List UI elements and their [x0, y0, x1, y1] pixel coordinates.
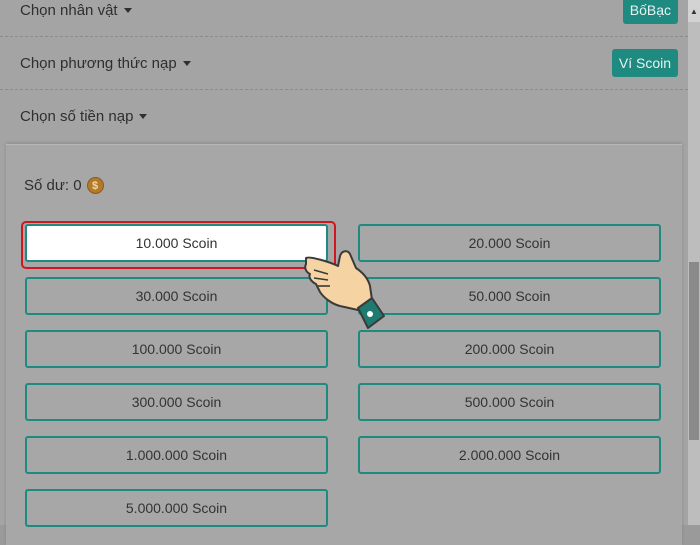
amount-option-20000[interactable]: 20.000 Scoin: [358, 224, 661, 262]
balance-label: Số dư: 0: [24, 177, 82, 194]
amount-dropdown-panel: Số dư: 0 $ 10.000 Scoin 20.000 Scoin 30.…: [6, 144, 682, 545]
caret-down-icon: [182, 60, 191, 66]
hand-pointer-icon: [304, 250, 385, 329]
amount-option-2000000[interactable]: 2.000.000 Scoin: [358, 436, 661, 474]
scrollbar-thumb[interactable]: [689, 262, 699, 440]
scroll-up-arrow-icon[interactable]: ▲: [688, 0, 700, 22]
scrollbar[interactable]: ▲: [688, 0, 700, 525]
amount-option-100000[interactable]: 100.000 Scoin: [25, 330, 328, 368]
payment-method-badge: Ví Scoin: [611, 49, 678, 77]
amount-option-10000[interactable]: 10.000 Scoin: [21, 221, 336, 269]
selection-highlight: [21, 221, 336, 269]
caret-down-icon: [123, 7, 132, 13]
amount-option-200000[interactable]: 200.000 Scoin: [358, 330, 661, 368]
amount-option-50000[interactable]: 50.000 Scoin: [358, 277, 661, 315]
amount-option-30000[interactable]: 30.000 Scoin: [25, 277, 328, 315]
select-amount-row[interactable]: Chọn số tiền nạp: [0, 90, 688, 143]
select-character-label[interactable]: Chọn nhân vật: [20, 2, 132, 19]
select-character-row[interactable]: Chọn nhân vật BốBạc: [0, 0, 688, 37]
select-payment-method-label[interactable]: Chọn phương thức nạp: [20, 55, 191, 72]
select-payment-method-row[interactable]: Chọn phương thức nạp Ví Scoin: [0, 37, 688, 90]
coin-icon: $: [86, 177, 104, 194]
amount-option-1000000[interactable]: 1.000.000 Scoin: [25, 436, 328, 474]
amount-option-500000[interactable]: 500.000 Scoin: [358, 383, 661, 421]
caret-down-icon: [139, 114, 148, 119]
select-amount-label[interactable]: Chọn số tiền nạp: [20, 108, 148, 125]
page: ▲ Chọn nhân vật BốBạc Chọn phương thức n…: [0, 0, 700, 545]
character-name-badge: BốBạc: [622, 0, 678, 24]
amount-option-5000000[interactable]: 5.000.000 Scoin: [25, 489, 328, 527]
amount-option-300000[interactable]: 300.000 Scoin: [25, 383, 328, 421]
balance-display: Số dư: 0 $: [24, 177, 104, 194]
